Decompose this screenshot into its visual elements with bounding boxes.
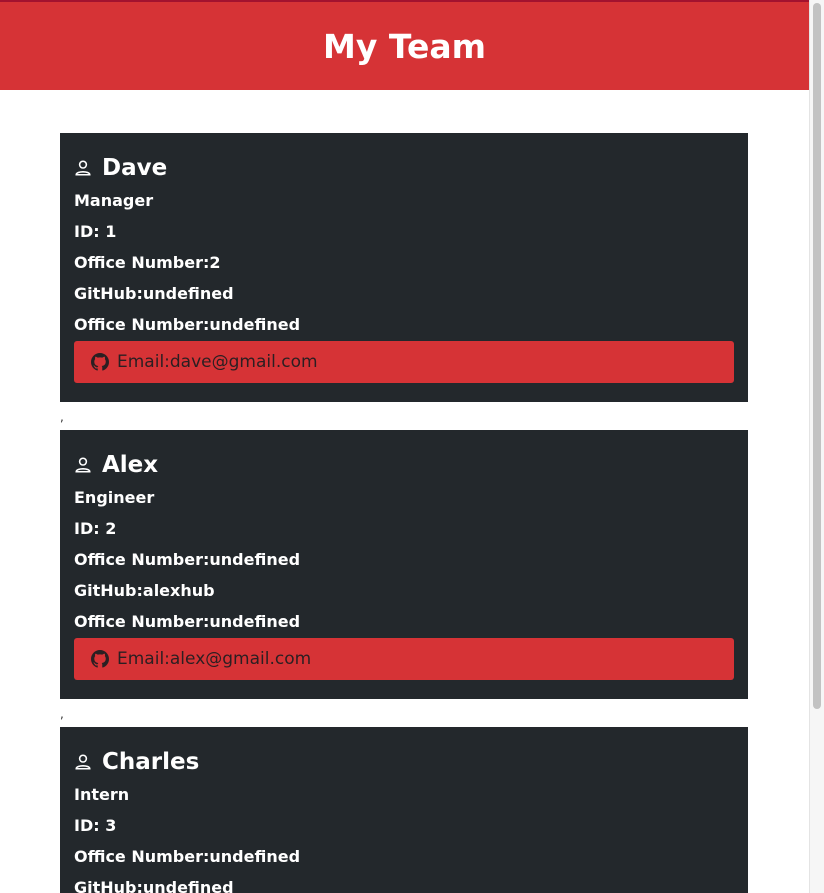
employee-github: GitHub:undefined <box>74 878 234 893</box>
employee-name: Alex <box>102 452 159 478</box>
person-icon <box>75 457 91 473</box>
email-button[interactable]: Email:alex@gmail.com <box>74 638 734 680</box>
employee-github: GitHub:alexhub <box>74 581 215 600</box>
employee-role: Intern <box>74 785 130 804</box>
employee-github: GitHub:undefined <box>74 284 234 303</box>
email-button[interactable]: Email:dave@gmail.com <box>74 341 734 383</box>
page-header: My Team <box>0 2 809 90</box>
employee-name-row: Dave <box>74 151 734 185</box>
email-label: Email:dave@gmail.com <box>117 352 318 372</box>
employee-office-number: Office Number:2 <box>74 253 221 272</box>
github-icon <box>91 650 109 668</box>
employee-role: Engineer <box>74 488 155 507</box>
employee-office-number: Office Number:undefined <box>74 550 301 569</box>
vertical-scrollbar[interactable] <box>809 0 824 893</box>
employee-card: Dave Manager ID: 1 Office Number:2 GitHu… <box>60 133 748 402</box>
employee-id: ID: 3 <box>74 816 117 835</box>
person-icon <box>75 160 91 176</box>
card-separator: , <box>60 410 64 424</box>
card-separator: , <box>60 707 64 721</box>
employee-id: ID: 2 <box>74 519 117 538</box>
employee-card: Charles Intern ID: 3 Office Number:undef… <box>60 727 748 893</box>
team-card-list: Dave Manager ID: 1 Office Number:2 GitHu… <box>60 133 748 893</box>
employee-office-number-2: Office Number:undefined <box>74 315 301 334</box>
scrollbar-thumb[interactable] <box>813 3 821 709</box>
page-title: My Team <box>322 26 486 66</box>
employee-name-row: Alex <box>74 448 734 482</box>
person-icon <box>75 754 91 770</box>
email-label: Email:alex@gmail.com <box>117 649 312 669</box>
employee-id: ID: 1 <box>74 222 117 241</box>
employee-name: Dave <box>102 155 168 181</box>
employee-name: Charles <box>102 749 200 775</box>
employee-card: Alex Engineer ID: 2 Office Number:undefi… <box>60 430 748 699</box>
employee-office-number-2: Office Number:undefined <box>74 612 301 631</box>
github-icon <box>91 353 109 371</box>
employee-office-number: Office Number:undefined <box>74 847 301 866</box>
page-viewport: My Team Dave Manager ID: 1 Office Number… <box>0 0 809 893</box>
employee-role: Manager <box>74 191 154 210</box>
employee-name-row: Charles <box>74 745 734 779</box>
